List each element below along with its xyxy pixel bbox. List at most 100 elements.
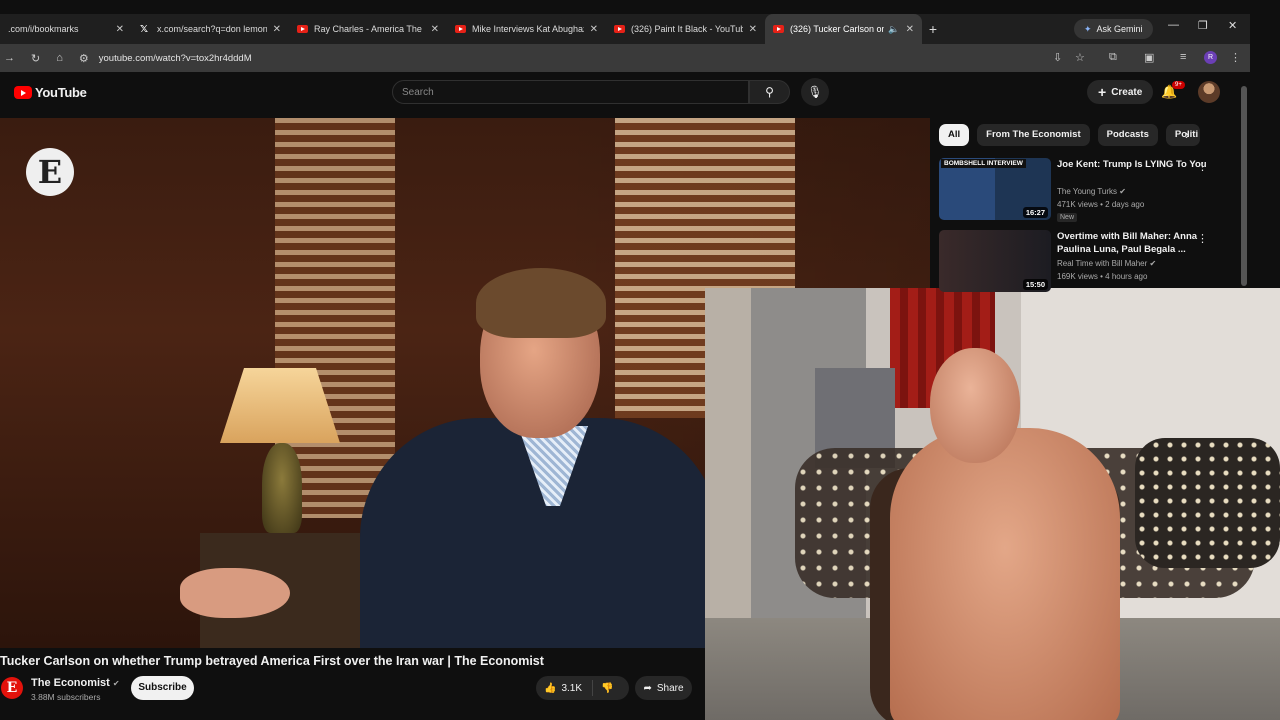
channel-name[interactable]: The Economist bbox=[31, 677, 110, 689]
more-options-icon[interactable]: ⋮ bbox=[1197, 160, 1208, 173]
page-scrollbar[interactable] bbox=[1241, 86, 1247, 286]
channel-avatar[interactable]: E bbox=[1, 677, 23, 699]
hair bbox=[476, 268, 606, 338]
verified-check-icon: ✔ bbox=[112, 679, 120, 688]
like-button[interactable]: 👍 3.1K bbox=[536, 680, 594, 696]
share-arrow-icon: ➦ bbox=[643, 682, 652, 694]
site-info-icon[interactable]: ⚙ bbox=[79, 52, 89, 65]
ask-gemini-button[interactable]: ✦ Ask Gemini bbox=[1074, 19, 1153, 39]
lamp-base bbox=[262, 443, 302, 533]
video-duration: 16:27 bbox=[1022, 207, 1048, 218]
ask-gemini-label: Ask Gemini bbox=[1096, 24, 1143, 34]
browser-tab-ray-charles[interactable]: Ray Charles - America The Beau ✕ bbox=[289, 14, 447, 44]
chip-politics[interactable]: Politi bbox=[1165, 124, 1200, 146]
close-window-icon[interactable]: ✕ bbox=[1228, 19, 1237, 32]
profile-avatar[interactable]: R bbox=[1204, 51, 1217, 64]
recommendation-title[interactable]: Overtime with Bill Maher: Anna Paulina L… bbox=[1057, 230, 1207, 256]
recommendation-meta: 169K views • 4 hours ago bbox=[1057, 272, 1148, 281]
chip-from-the-economist[interactable]: From The Economist bbox=[977, 124, 1090, 146]
notification-count-badge: 9+ bbox=[1172, 81, 1185, 89]
account-avatar[interactable] bbox=[1198, 81, 1220, 103]
more-options-icon[interactable]: ⋮ bbox=[1197, 232, 1208, 245]
address-bar-row: → ↻ ⌂ ⚙ youtube.com/watch?v=tox2hr4dddM bbox=[0, 44, 1250, 72]
home-icon[interactable]: ⌂ bbox=[56, 52, 63, 64]
bookmark-star-icon[interactable]: ☆ bbox=[1075, 51, 1085, 64]
voice-search-button[interactable]: 🎙 bbox=[801, 78, 829, 106]
browser-tab-paint-it-black[interactable]: (326) Paint It Black - YouTube ✕ bbox=[606, 14, 765, 44]
hand bbox=[180, 568, 290, 618]
forward-arrow-icon[interactable]: → bbox=[4, 52, 15, 64]
webcam-overlay bbox=[705, 288, 1280, 720]
url-field[interactable]: youtube.com/watch?v=tox2hr4dddM bbox=[99, 53, 252, 64]
close-tab-icon[interactable]: ✕ bbox=[749, 24, 757, 35]
microphone-icon: 🎙 bbox=[807, 85, 823, 99]
recommendation-item[interactable]: 15:50 Overtime with Bill Maher: Anna Pau… bbox=[939, 230, 1239, 294]
video-thumbnail[interactable]: BOMBSHELL INTERVIEW 16:27 bbox=[939, 158, 1051, 220]
tab-title: x.com/search?q=don lemon&s bbox=[157, 24, 267, 34]
youtube-play-icon bbox=[14, 86, 32, 99]
search-input[interactable]: Search bbox=[392, 80, 749, 104]
subscriber-count: 3.88M subscribers bbox=[31, 692, 101, 702]
browser-tab-x-search[interactable]: 𝕏 x.com/search?q=don lemon&s ✕ bbox=[132, 14, 289, 44]
split-view-icon[interactable]: ▣ bbox=[1144, 51, 1154, 64]
channel-text: Real Time with Bill Maher bbox=[1057, 259, 1148, 268]
dislike-button[interactable]: 👎 bbox=[593, 683, 621, 694]
economist-watermark-logo: E bbox=[26, 148, 74, 196]
restore-icon[interactable]: ❐ bbox=[1198, 19, 1208, 32]
filter-chips: All From The Economist Podcasts Politi bbox=[939, 124, 1200, 146]
gemini-sparkle-icon: ✦ bbox=[1084, 23, 1092, 34]
close-tab-icon[interactable]: ✕ bbox=[590, 24, 598, 35]
person-torso bbox=[890, 428, 1120, 720]
tab-title: .com/i/bookmarks bbox=[8, 24, 79, 34]
youtube-favicon-icon bbox=[455, 25, 466, 33]
browser-menu-icon[interactable]: ⋮ bbox=[1230, 51, 1241, 64]
minimize-icon[interactable]: — bbox=[1168, 19, 1179, 31]
speaker-icon[interactable]: 🔈 bbox=[888, 24, 899, 35]
youtube-favicon-icon bbox=[297, 25, 308, 33]
create-label: Create bbox=[1111, 86, 1143, 98]
channel-name-row[interactable]: The Economist ✔ bbox=[31, 677, 120, 689]
recommendation-item[interactable]: BOMBSHELL INTERVIEW 16:27 Joe Kent: Trum… bbox=[939, 158, 1239, 222]
thumbs-up-icon: 👍 bbox=[544, 682, 557, 694]
search-button[interactable]: ⚲ bbox=[749, 80, 790, 104]
new-tab-button[interactable]: + bbox=[922, 21, 944, 37]
extensions-icon[interactable]: ⧉ bbox=[1109, 51, 1117, 64]
youtube-logo[interactable]: YouTube bbox=[14, 85, 87, 100]
reading-list-icon[interactable]: ≡ bbox=[1180, 51, 1186, 63]
close-tab-icon[interactable]: ✕ bbox=[116, 24, 124, 35]
pillow bbox=[1135, 438, 1280, 568]
chip-all[interactable]: All bbox=[939, 124, 970, 146]
tab-title: Ray Charles - America The Beau bbox=[314, 24, 425, 34]
install-app-icon[interactable]: ⇩ bbox=[1053, 51, 1062, 64]
browser-tab-mike-interviews[interactable]: Mike Interviews Kat Abughazale ✕ bbox=[447, 14, 606, 44]
browser-tab-bookmarks[interactable]: .com/i/bookmarks ✕ bbox=[0, 14, 132, 44]
recommendation-channel: The Young Turks ✔ bbox=[1057, 187, 1126, 196]
tab-title: (326) Tucker Carlson on wh bbox=[790, 24, 885, 34]
subscribe-button[interactable]: Subscribe bbox=[131, 676, 194, 700]
browser-tab-tucker-carlson[interactable]: (326) Tucker Carlson on wh 🔈 ✕ bbox=[765, 14, 922, 44]
tab-title: Mike Interviews Kat Abughazale bbox=[472, 24, 584, 34]
tab-title: (326) Paint It Black - YouTube bbox=[631, 24, 743, 34]
create-button[interactable]: + Create bbox=[1087, 80, 1154, 104]
close-tab-icon[interactable]: ✕ bbox=[906, 24, 914, 35]
person-head bbox=[930, 348, 1020, 463]
like-dislike-group: 👍 3.1K 👎 bbox=[536, 676, 629, 700]
video-title: Tucker Carlson on whether Trump betrayed… bbox=[0, 654, 544, 668]
close-tab-icon[interactable]: ✕ bbox=[273, 24, 281, 35]
search-icon: ⚲ bbox=[765, 85, 774, 99]
like-count: 3.1K bbox=[561, 682, 583, 694]
x-logo-icon: 𝕏 bbox=[140, 23, 149, 35]
plus-icon: + bbox=[1098, 84, 1107, 100]
video-thumbnail[interactable]: 15:50 bbox=[939, 230, 1051, 292]
browser-tab-strip: .com/i/bookmarks ✕ 𝕏 x.com/search?q=don … bbox=[0, 14, 1250, 44]
chip-podcasts[interactable]: Podcasts bbox=[1097, 124, 1158, 146]
recommendation-channel: Real Time with Bill Maher ✔ bbox=[1057, 259, 1156, 268]
thumbnail-banner: BOMBSHELL INTERVIEW bbox=[941, 159, 1026, 168]
youtube-favicon-icon bbox=[614, 25, 625, 33]
share-button[interactable]: ➦ Share bbox=[635, 676, 692, 700]
close-tab-icon[interactable]: ✕ bbox=[431, 24, 439, 35]
chevron-right-icon[interactable]: › bbox=[1185, 127, 1189, 142]
recommendation-title[interactable]: Joe Kent: Trump Is LYING To You bbox=[1057, 158, 1207, 171]
reload-icon[interactable]: ↻ bbox=[31, 52, 40, 65]
interviewee-figure bbox=[300, 248, 720, 648]
